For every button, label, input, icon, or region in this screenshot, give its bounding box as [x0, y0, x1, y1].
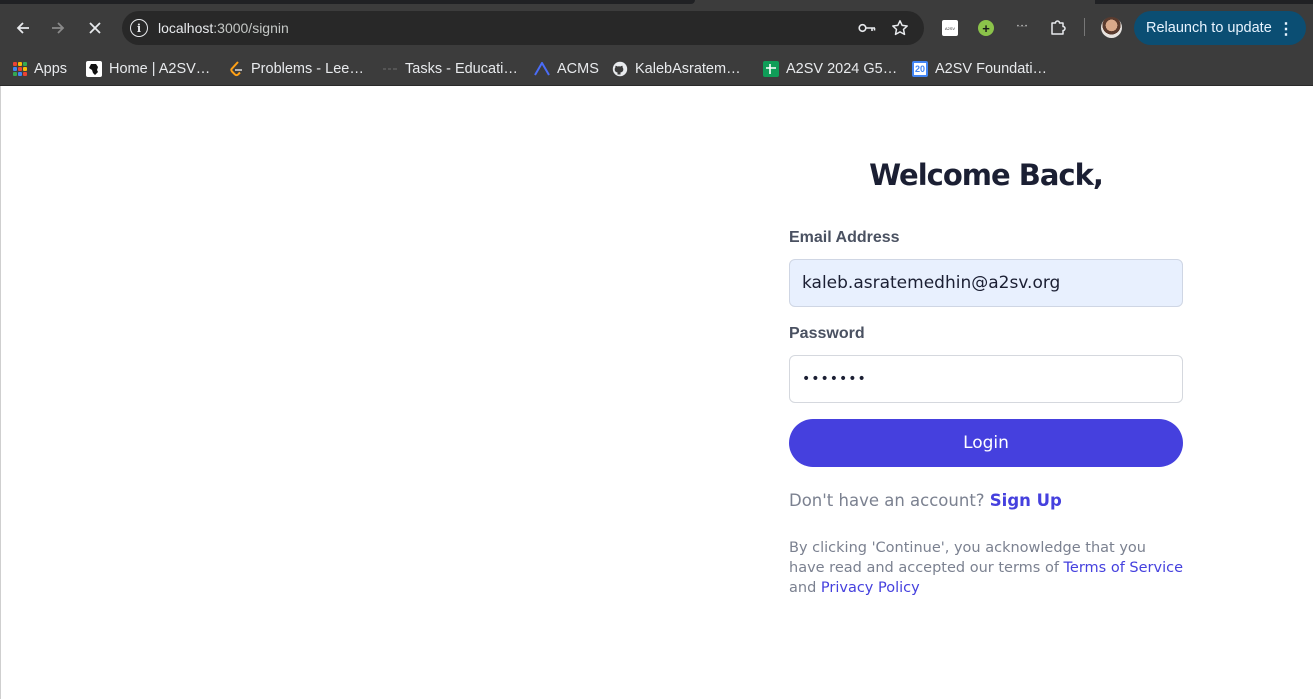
bookmark-a2sv-2024[interactable]: A2SV 2024 G5…: [763, 58, 897, 80]
email-field[interactable]: kaleb.asratemedhin@a2sv.org: [789, 259, 1183, 307]
terms-of-service-link[interactable]: Terms of Service: [1064, 560, 1183, 576]
no-account-text: Don't have an account?: [789, 491, 985, 510]
password-label: Password: [789, 325, 865, 342]
bookmark-label: Apps: [34, 61, 68, 77]
a2sv-extension-text: A2SV: [944, 25, 956, 31]
extensions-puzzle-icon[interactable]: [1047, 16, 1069, 38]
password-field[interactable]: •••••••: [789, 355, 1183, 403]
back-button[interactable]: [8, 13, 38, 43]
signup-prompt: Don't have an account? Sign Up: [789, 491, 1062, 510]
bookmark-label: Problems - Lee…: [251, 61, 364, 77]
bookmark-github[interactable]: KalebAsratem…: [612, 58, 741, 80]
close-icon: [89, 22, 101, 34]
site-info-icon[interactable]: i: [130, 19, 148, 37]
signup-link[interactable]: Sign Up: [990, 491, 1062, 510]
bookmark-label: A2SV 2024 G5…: [786, 61, 898, 77]
leetcode-icon: [228, 61, 244, 77]
bookmark-apps[interactable]: Apps: [13, 58, 67, 80]
small-extension-icon[interactable]: •·•·•: [1011, 16, 1033, 38]
page-title: Welcome Back,: [869, 158, 1104, 192]
sheets-icon: [763, 61, 779, 77]
green-extension-icon[interactable]: +: [978, 20, 994, 36]
github-icon: [612, 61, 628, 77]
password-key-icon[interactable]: [857, 18, 877, 38]
login-label: Login: [963, 433, 1009, 453]
url-host: localhost: [158, 20, 214, 36]
a2sv-extension-icon[interactable]: A2SV: [942, 20, 958, 36]
bookmark-star-icon[interactable]: [890, 18, 910, 38]
profile-avatar[interactable]: [1101, 17, 1122, 38]
bookmarks-bar: Apps Home | A2SV… Problems - Lee… Tasks …: [0, 54, 1313, 86]
legal-and: and: [789, 580, 821, 596]
privacy-policy-link[interactable]: Privacy Policy: [821, 580, 920, 596]
stop-loading-button[interactable]: [80, 13, 110, 43]
bookmark-a2sv-home[interactable]: Home | A2SV…: [86, 58, 210, 80]
calendar-icon: 20: [912, 61, 928, 77]
bookmark-label: Home | A2SV…: [109, 61, 211, 77]
tab-strip-edge: [0, 0, 695, 4]
password-value: •••••••: [802, 371, 867, 387]
toolbar-divider: [1084, 18, 1085, 36]
address-bar[interactable]: i localhost:3000/signin: [122, 11, 924, 45]
bookmark-acms[interactable]: ACMS: [534, 58, 599, 80]
arrow-right-icon: [52, 22, 65, 34]
forward-button[interactable]: [43, 13, 73, 43]
site-info-glyph: i: [136, 21, 142, 35]
email-label: Email Address: [789, 229, 900, 246]
login-button[interactable]: Login: [789, 419, 1183, 467]
bookmark-tasks[interactable]: Tasks - Educati…: [382, 58, 518, 80]
url-path: :3000/signin: [213, 20, 289, 36]
green-extension-glyph: +: [982, 20, 990, 36]
bookmark-label: Tasks - Educati…: [405, 61, 518, 77]
signin-page: Welcome Back, Email Address kaleb.asrate…: [0, 86, 1313, 699]
email-value: kaleb.asratemedhin@a2sv.org: [802, 273, 1061, 293]
small-extension-glyph: •·•·•: [1016, 24, 1028, 30]
calendar-icon-date: 20: [914, 64, 925, 74]
bookmark-a2sv-foundation[interactable]: 20 A2SV Foundati…: [912, 58, 1047, 80]
arrow-left-icon: [16, 22, 29, 34]
url-text[interactable]: localhost:3000/signin: [158, 20, 289, 36]
bookmark-leetcode[interactable]: Problems - Lee…: [228, 58, 364, 80]
bookmark-label: A2SV Foundati…: [935, 61, 1048, 77]
bookmark-label: KalebAsratem…: [635, 61, 741, 77]
relaunch-label: Relaunch to update: [1146, 20, 1272, 36]
menu-dots-icon[interactable]: ⋮: [1278, 19, 1294, 39]
bookmark-label: ACMS: [557, 61, 599, 77]
a2sv-africa-icon: [86, 61, 102, 77]
legal-notice: By clicking 'Continue', you acknowledge …: [789, 538, 1184, 598]
tasks-icon: [382, 61, 398, 77]
apps-grid-icon: [13, 62, 27, 76]
browser-toolbar: i localhost:3000/signin A2SV + •·•·• Rel…: [0, 0, 1313, 54]
relaunch-update-button[interactable]: Relaunch to update ⋮: [1134, 11, 1306, 45]
tab-strip-edge-right: [1095, 0, 1313, 4]
acms-icon: [534, 61, 550, 77]
